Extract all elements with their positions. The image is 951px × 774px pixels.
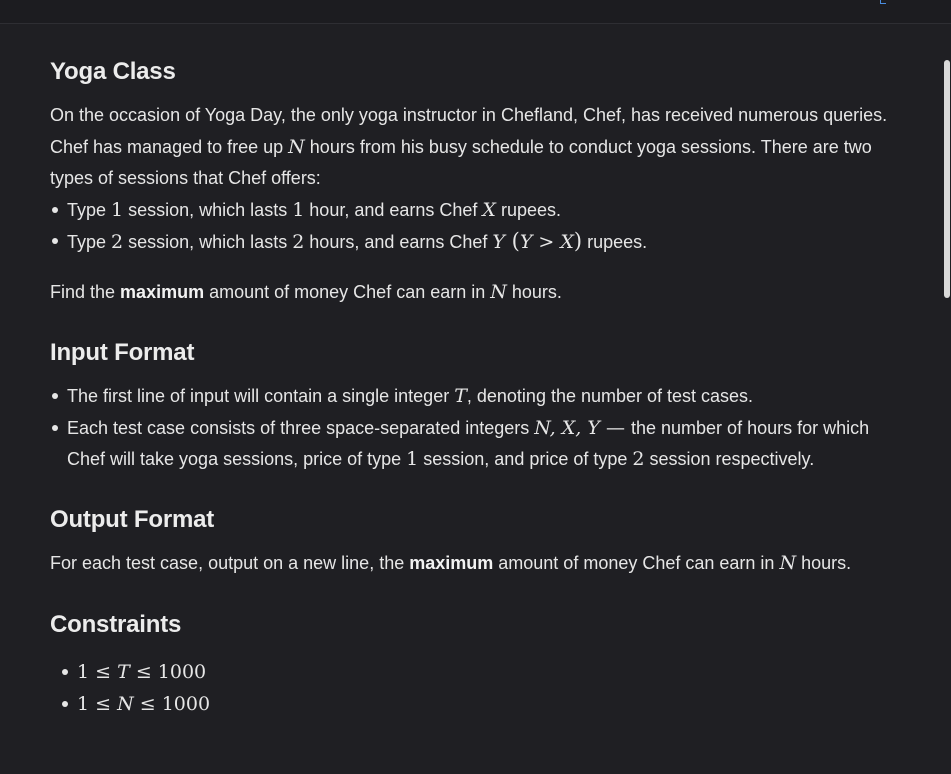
constraints-heading: Constraints	[50, 611, 182, 638]
list-item: The first line of input will contain a s…	[52, 381, 896, 413]
scrollbar-track[interactable]	[943, 24, 951, 774]
output-format-heading: Output Format	[50, 505, 215, 533]
math-var-y: Y	[492, 231, 505, 253]
statement-schedule: Chef has managed to free up N hours from…	[50, 135, 872, 189]
input-format-heading: Input Format	[50, 339, 195, 366]
list-item: Each test case consists of three space-s…	[52, 413, 896, 476]
constraints-list: 1 ≤ T ≤ 1000 1 ≤ N ≤ 1000	[50, 657, 896, 720]
list-item: 1 ≤ N ≤ 1000	[62, 689, 896, 721]
list-item: Type 1 session, which lasts 1 hour, and …	[52, 195, 896, 227]
math-var-x: X	[482, 198, 496, 221]
list-item: 1 ≤ T ≤ 1000	[62, 657, 896, 689]
problem-title: Yoga Class	[50, 58, 176, 85]
input-format-list: The first line of input will contain a s…	[50, 381, 896, 476]
output-format-text: For each test case, output on a new line…	[50, 551, 852, 574]
statement-intro: On the occasion of Yoga Day, the only yo…	[50, 105, 888, 125]
list-item: Type 2 session, which lasts 2 hours, and…	[52, 226, 896, 259]
scrollbar-thumb[interactable]	[944, 60, 950, 298]
session-types-list: Type 1 session, which lasts 1 hour, and …	[50, 195, 896, 259]
statement-task: Find the maximum amount of money Chef ca…	[50, 280, 562, 303]
math-var-n: N	[288, 135, 305, 158]
problem-statement: Yoga Class On the occasion of Yoga Day, …	[50, 54, 896, 720]
corner-bracket-icon	[880, 0, 886, 4]
top-bar	[0, 0, 951, 24]
